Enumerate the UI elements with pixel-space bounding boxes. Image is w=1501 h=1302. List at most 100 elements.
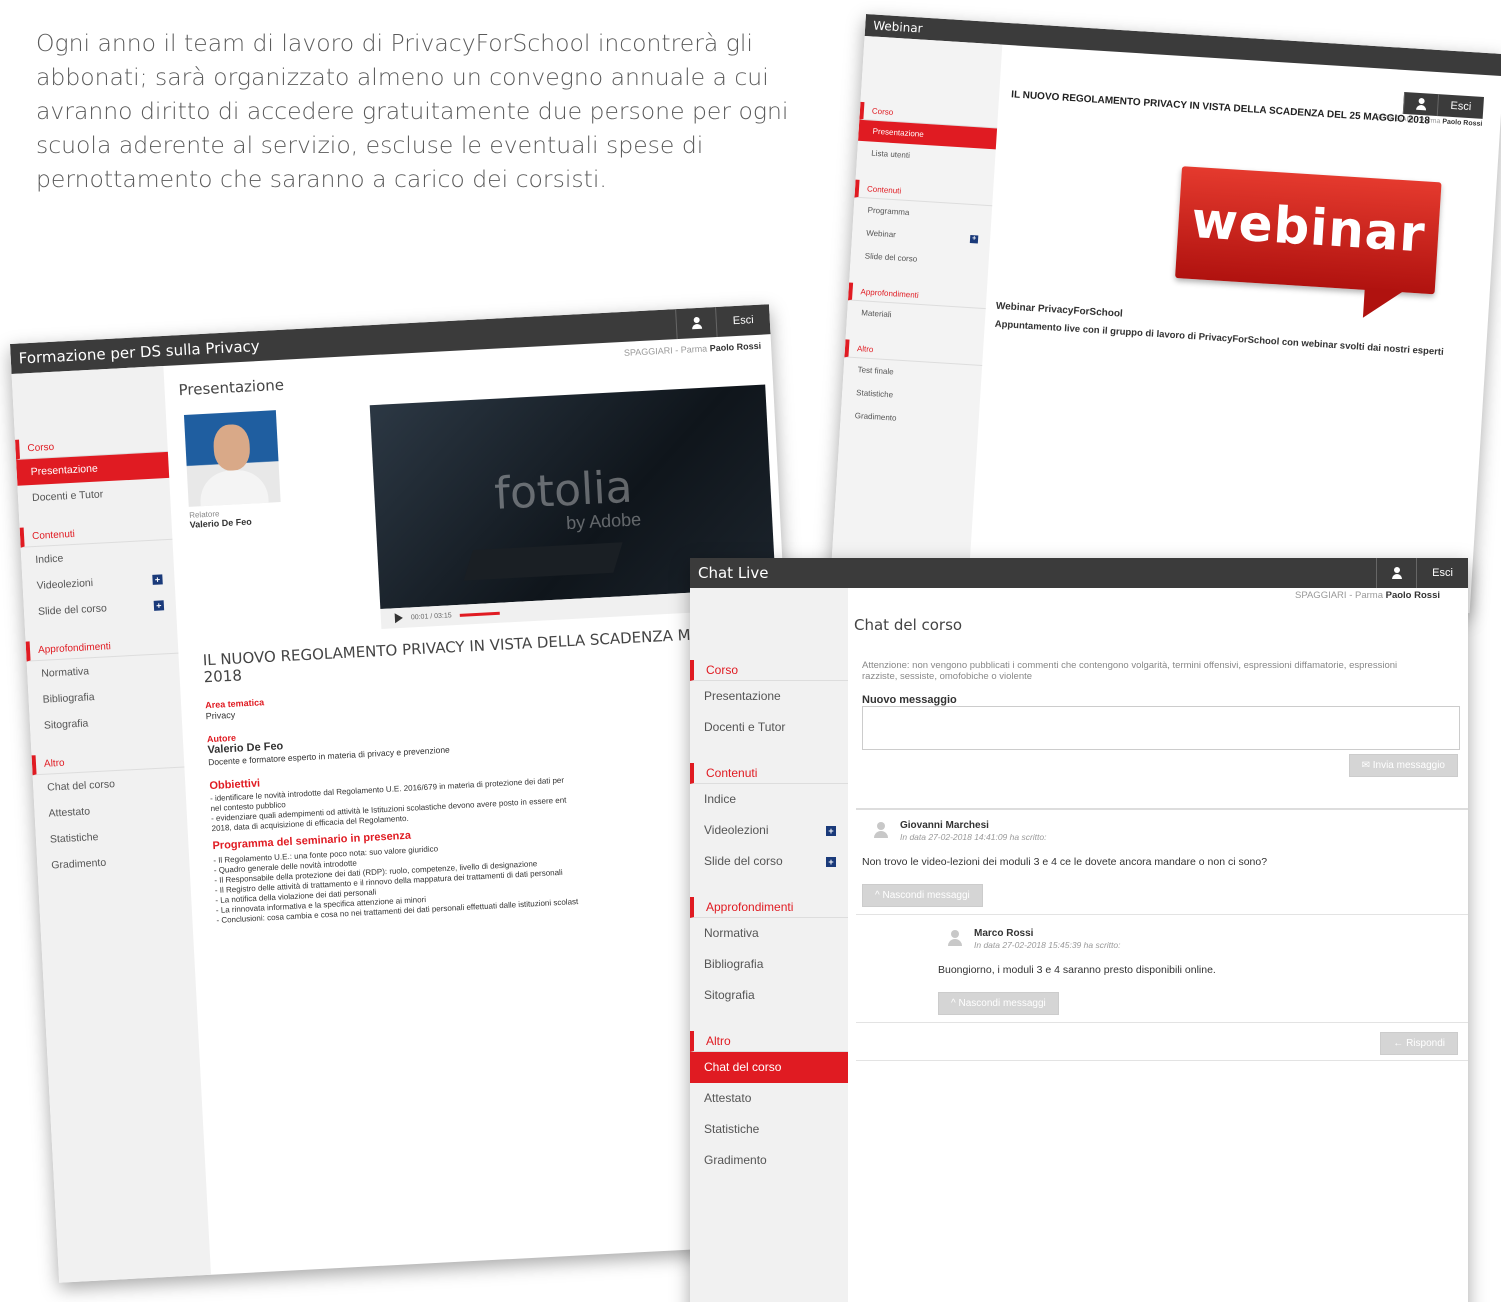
formazione-user-name: Paolo Rossi: [709, 340, 762, 354]
new-message-label: Nuovo messaggio: [862, 694, 957, 706]
course-title: IL NUOVO REGOLAMENTO PRIVACY IN VISTA DE…: [202, 623, 741, 687]
plus-icon[interactable]: +: [153, 600, 165, 611]
chat-divider: [856, 808, 1468, 810]
formazione-logout-button[interactable]: Esci: [715, 304, 771, 338]
chat-divider: [856, 1022, 1468, 1023]
chat-profile-button[interactable]: [1376, 558, 1416, 588]
video-progress[interactable]: [459, 611, 500, 617]
video-time: 00:01 / 03:15: [410, 611, 452, 621]
chevron-up-icon: ^: [875, 890, 880, 901]
formazione-topbar: Formazione per DS sulla Privacy Esci: [10, 304, 771, 374]
chat-notice: Attenzione: non vengono pubblicati i com…: [862, 660, 1398, 682]
chat-user-name: Paolo Rossi: [1385, 590, 1440, 601]
message-text: Buongiorno, i moduli 3 e 4 saranno prest…: [938, 964, 1216, 976]
user-icon: [1391, 567, 1403, 579]
speaker-photo: [183, 410, 281, 507]
webinar-profile-button[interactable]: [1402, 91, 1439, 117]
reply-icon: ←: [1393, 1038, 1404, 1049]
webinar-banner-text: webinar: [1189, 190, 1428, 264]
user-icon: [1415, 98, 1428, 111]
webinar-screen: Webinar Esci SPAGGIARI - Parma Paolo Ros…: [830, 14, 1501, 614]
plus-icon[interactable]: +: [152, 574, 163, 585]
area-value: Privacy: [205, 709, 236, 722]
message-meta: In data 27-02-2018 15:45:39 ha scritto:: [974, 940, 1121, 950]
webinar-logout-button[interactable]: Esci: [1436, 94, 1485, 119]
plus-icon[interactable]: +: [969, 234, 979, 243]
formazione-sidebar: Corso Presentazione Docenti e Tutor Cont…: [11, 366, 211, 1283]
area-label: Area tematica: [204, 697, 265, 711]
message-text: Non trovo le video-lezioni dei moduli 3 …: [862, 856, 1268, 868]
chat-sidebar-item-statistiche[interactable]: Statistiche: [690, 1114, 848, 1145]
send-message-label: Invia messaggio: [1372, 760, 1445, 771]
message-author: Marco Rossi: [974, 928, 1034, 939]
play-icon[interactable]: [394, 612, 404, 624]
chat-screen: Chat Live Esci SPAGGIARI - Parma Paolo R…: [690, 558, 1468, 1302]
webinar-user-name: Paolo Rossi: [1442, 118, 1483, 128]
message-author: Giovanni Marchesi: [900, 820, 989, 831]
reply-button[interactable]: ← Rispondi: [1380, 1032, 1458, 1055]
objectives-label: Obbiettivi: [209, 777, 261, 793]
chat-sidebar-item-slide[interactable]: Slide del corso +: [690, 846, 848, 877]
speaker-name: Valerio De Feo: [189, 516, 252, 530]
chat-sidebar-item-gradimento[interactable]: Gradimento: [690, 1145, 848, 1176]
webinar-heading: IL NUOVO REGOLAMENTO PRIVACY IN VISTA DE…: [1010, 89, 1431, 127]
chat-sidebar-item-bibliografia[interactable]: Bibliografia: [690, 949, 848, 980]
webinar-banner: webinar: [1175, 166, 1442, 321]
chat-sidebar-item-docenti[interactable]: Docenti e Tutor: [690, 712, 848, 743]
chat-user-info: SPAGGIARI - Parma Paolo Rossi: [1295, 590, 1440, 601]
formazione-profile-button[interactable]: [675, 307, 717, 340]
chat-window-title: Chat Live: [698, 564, 769, 582]
reply-label: Rispondi: [1406, 1038, 1445, 1049]
formazione-sidebar-item-slide-label: Slide del corso: [37, 602, 108, 618]
new-message-input[interactable]: [862, 706, 1460, 750]
chat-sidebar-item-presentazione[interactable]: Presentazione: [690, 681, 848, 712]
program-list: - Il Regolamento U.E.: una fonte poco no…: [213, 837, 578, 926]
hide-messages-label: Nascondi messaggi: [882, 890, 970, 901]
hide-messages-button[interactable]: ^ Nascondi messaggi: [862, 884, 983, 907]
intro-paragraph: Ogni anno il team di lavoro di PrivacyFo…: [36, 29, 789, 193]
webinar-subtitle: Webinar PrivacyForSchool: [995, 300, 1124, 320]
hide-messages-button[interactable]: ^ Nascondi messaggi: [938, 992, 1059, 1015]
plus-icon[interactable]: +: [826, 825, 836, 836]
chat-divider: [856, 914, 1468, 915]
chat-sidebar-item-normativa[interactable]: Normativa: [690, 918, 848, 949]
video-keyboard: [463, 542, 623, 581]
chat-divider: [856, 1060, 1468, 1061]
send-message-button[interactable]: ✉ Invia messaggio: [1348, 754, 1458, 777]
webinar-banner-tail: [1362, 287, 1405, 321]
chat-logout-button[interactable]: Esci: [1416, 558, 1468, 588]
chat-sidebar-item-slide-label: Slide del corso: [704, 854, 783, 868]
chat-sidebar-item-videolezioni[interactable]: Videolezioni +: [690, 815, 848, 846]
speaker-head: [212, 423, 251, 472]
webinar-description: Appuntamento live con il gruppo di lavor…: [994, 318, 1444, 358]
objectives-list: - identificare le novità introdotte dal …: [210, 776, 567, 835]
chat-section-altro: Altro: [690, 1031, 848, 1052]
plus-icon[interactable]: +: [826, 856, 836, 867]
chat-sidebar: Corso Presentazione Docenti e Tutor Cont…: [690, 588, 848, 1302]
send-icon: ✉: [1361, 760, 1370, 771]
webinar-sidebar-item-webinar-label: Webinar: [865, 228, 897, 240]
formazione-sidebar-item-videolezioni-label: Videolezioni: [36, 576, 94, 592]
user-icon: [690, 317, 703, 330]
formazione-window-title: Formazione per DS sulla Privacy: [18, 336, 261, 368]
chat-sidebar-item-attestato[interactable]: Attestato: [690, 1083, 848, 1114]
chat-topbar: Chat Live Esci: [690, 558, 1468, 588]
chat-user-org: SPAGGIARI - Parma: [1295, 590, 1383, 601]
webinar-window-title: Webinar: [872, 18, 924, 36]
video-watermark-sub: by Adobe: [565, 509, 642, 534]
chat-sidebar-item-videolezioni-label: Videolezioni: [704, 823, 769, 837]
chat-page-title: Chat del corso: [854, 616, 963, 634]
formazione-page-title: Presentazione: [178, 375, 285, 400]
chat-sidebar-item-indice[interactable]: Indice: [690, 784, 848, 815]
hide-messages-label: Nascondi messaggi: [958, 998, 1046, 1009]
chat-sidebar-item-chat[interactable]: Chat del corso: [690, 1052, 848, 1083]
avatar: [874, 822, 888, 838]
chat-section-contenuti: Contenuti: [690, 763, 848, 784]
formazione-user-org: SPAGGIARI - Parma: [623, 343, 708, 358]
speaker-body: [198, 468, 269, 507]
chat-section-approfondimenti: Approfondimenti: [690, 897, 848, 918]
chat-sidebar-item-sitografia[interactable]: Sitografia: [690, 980, 848, 1011]
chevron-up-icon: ^: [951, 998, 956, 1009]
chat-section-corso: Corso: [690, 660, 848, 681]
avatar: [948, 930, 962, 946]
